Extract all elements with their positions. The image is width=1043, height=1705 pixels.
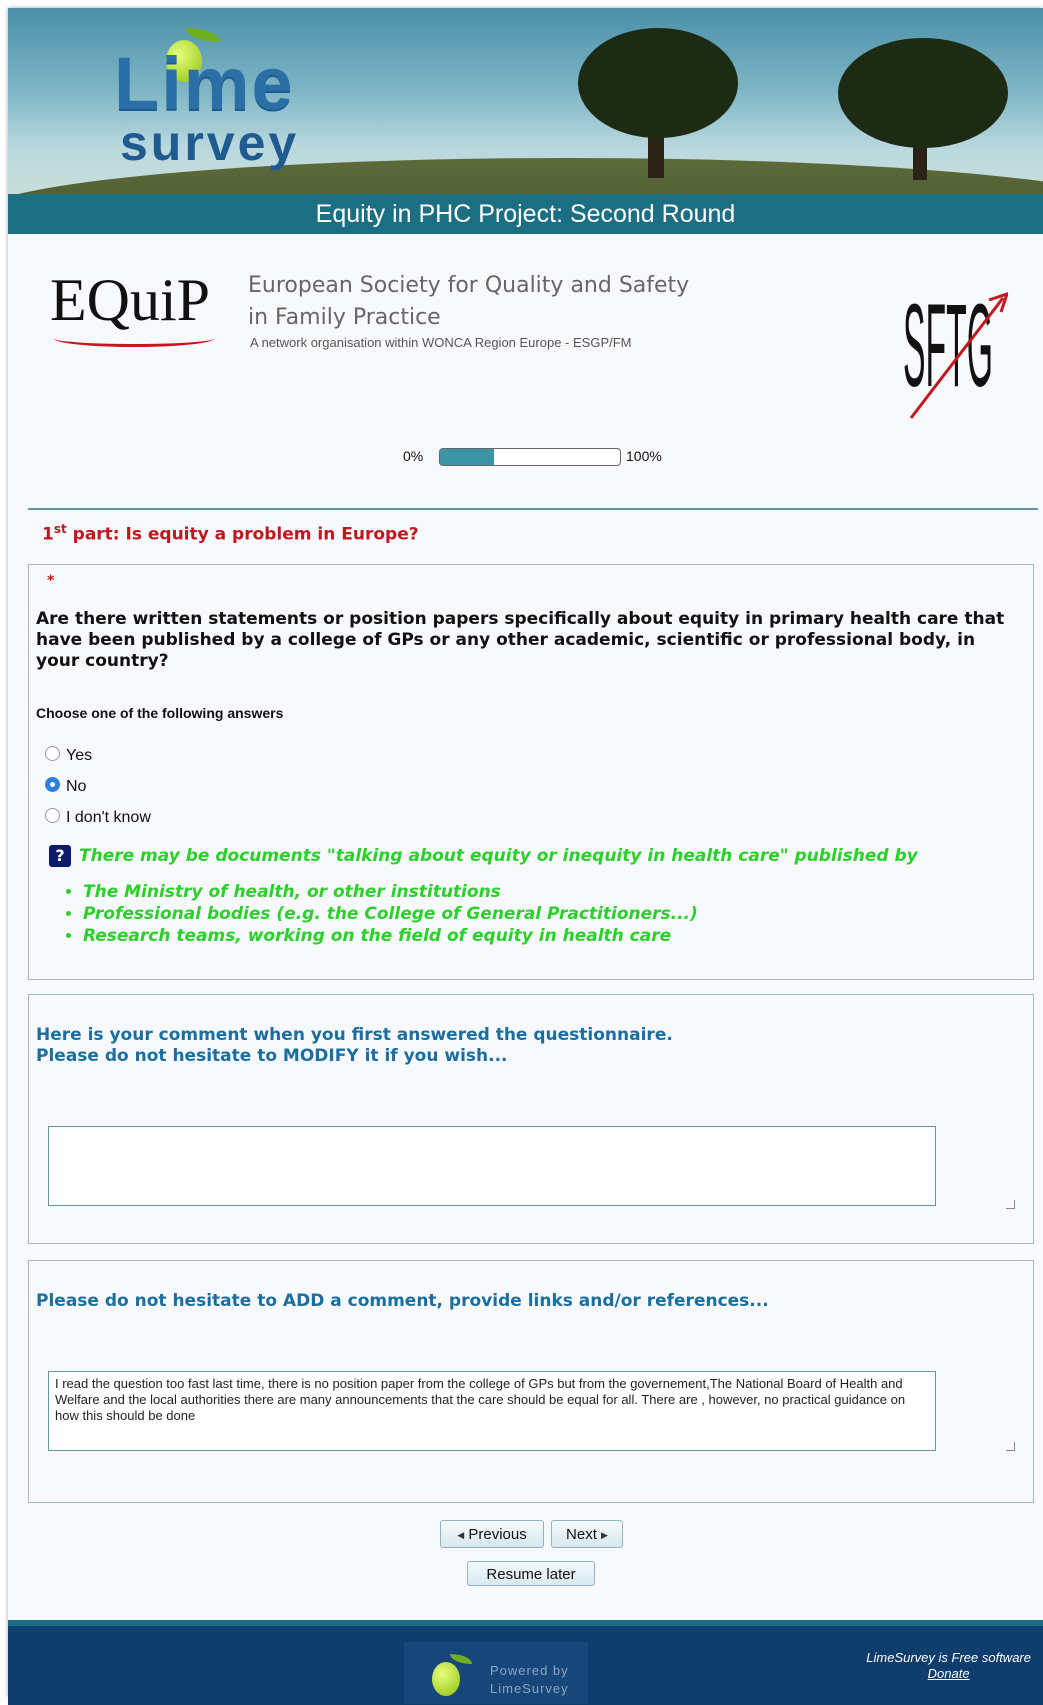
previous-comment-textarea[interactable] <box>48 1126 936 1206</box>
question-hint: Choose one of the following answers <box>36 705 284 721</box>
lime-leaf-icon <box>450 1654 472 1664</box>
next-button-label[interactable]: Next <box>566 1526 597 1543</box>
lime-fruit-icon <box>432 1662 460 1696</box>
radio-option-yes[interactable]: Yes <box>45 746 92 769</box>
progress-bar <box>439 448 621 466</box>
triangle-left-icon: ◀ <box>457 1530 465 1540</box>
radio-dont-know[interactable] <box>45 808 60 824</box>
mandatory-mark: * <box>47 573 55 589</box>
question-box-previous-comment: Here is your comment when you first answ… <box>28 994 1034 1244</box>
free-software-note: LimeSurvey is Free software Donate <box>866 1650 1031 1682</box>
powered-by-line1: Powered by <box>490 1663 569 1678</box>
sftg-logo: SFTG <box>903 280 1008 419</box>
org-title-line2: in Family Practice <box>248 305 441 330</box>
org-title: European Society for Quality and Safety … <box>248 270 689 334</box>
next-button[interactable]: Next ▶ <box>551 1520 623 1548</box>
progress-min-label: 0% <box>403 448 424 464</box>
header-banner: Lime survey <box>8 8 1043 194</box>
question-text: Are there written statements or position… <box>36 609 1005 671</box>
progress-fill <box>440 449 494 465</box>
previous-comment-prompt: Here is your comment when you first answ… <box>36 1025 673 1067</box>
previous-comment-line2: Please do not hesitate to MODIFY it if y… <box>36 1046 508 1066</box>
page-frame: Lime survey Equity in PHC Project: Secon… <box>8 8 1043 1705</box>
limesurvey-logo-top: Lime <box>114 42 295 125</box>
footer: Powered by LimeSurvey LimeSurvey is Free… <box>8 1620 1043 1705</box>
group-title: 1st part: Is equity a problem in Europe? <box>42 522 419 545</box>
group-title-text: part: Is equity a problem in Europe? <box>66 524 419 545</box>
radio-label-dont-know[interactable]: I don't know <box>66 809 151 826</box>
resume-later-button[interactable]: Resume later <box>467 1561 595 1586</box>
radio-label-no[interactable]: No <box>66 778 86 795</box>
radio-option-no[interactable]: No <box>45 777 86 800</box>
help-list-item: Research teams, working on the field of … <box>83 925 698 947</box>
resize-handle-icon[interactable] <box>1006 1442 1015 1451</box>
tree-crown <box>578 28 738 138</box>
triangle-right-icon: ▶ <box>601 1530 608 1540</box>
radio-yes[interactable] <box>45 746 60 762</box>
powered-by-text: Powered by LimeSurvey <box>490 1662 569 1698</box>
org-title-line1: European Society for Quality and Safety <box>248 273 690 298</box>
tree-crown <box>838 38 1008 148</box>
equip-swoosh <box>54 330 214 347</box>
group-ordinal-suffix: st <box>53 522 67 536</box>
sftg-logo-text: SFTG <box>903 280 993 412</box>
question-mark-icon: ? <box>49 845 71 867</box>
help-text: There may be documents "talking about eq… <box>79 846 918 866</box>
divider <box>28 508 1038 510</box>
powered-by-line2: LimeSurvey <box>490 1681 569 1696</box>
survey-title: Equity in PHC Project: Second Round <box>8 194 1043 234</box>
add-comment-prompt: Please do not hesitate to ADD a comment,… <box>36 1291 769 1311</box>
previous-comment-line1: Here is your comment when you first answ… <box>36 1025 673 1045</box>
free-software-link[interactable]: LimeSurvey is Free software <box>866 1650 1031 1666</box>
help-list-item: Professional bodies (e.g. the College of… <box>83 903 698 925</box>
add-comment-textarea[interactable]: I read the question too fast last time, … <box>48 1371 936 1451</box>
donate-link[interactable]: Donate <box>866 1666 1031 1682</box>
group-ordinal: 1 <box>42 524 54 545</box>
previous-button-label[interactable]: Previous <box>468 1526 526 1543</box>
radio-no[interactable] <box>45 777 60 793</box>
org-subtitle: A network organisation within WONCA Regi… <box>250 335 632 350</box>
lime-leaf-icon <box>186 28 220 42</box>
radio-option-dont-know[interactable]: I don't know <box>45 808 151 831</box>
progress-max-label: 100% <box>626 448 662 464</box>
powered-by-badge[interactable]: Powered by LimeSurvey <box>404 1642 588 1704</box>
resize-handle-icon[interactable] <box>1006 1200 1015 1209</box>
equip-logo: EQuiP <box>50 267 211 333</box>
previous-button[interactable]: ◀ Previous <box>440 1520 544 1548</box>
question-box-add-comment: Please do not hesitate to ADD a comment,… <box>28 1260 1034 1503</box>
question-box-equity-papers: * Are there written statements or positi… <box>28 564 1034 980</box>
help-list-item: The Ministry of health, or other institu… <box>83 881 698 903</box>
help-list: The Ministry of health, or other institu… <box>61 881 698 947</box>
radio-label-yes[interactable]: Yes <box>66 747 92 764</box>
limesurvey-logo-bottom: survey <box>120 115 300 171</box>
